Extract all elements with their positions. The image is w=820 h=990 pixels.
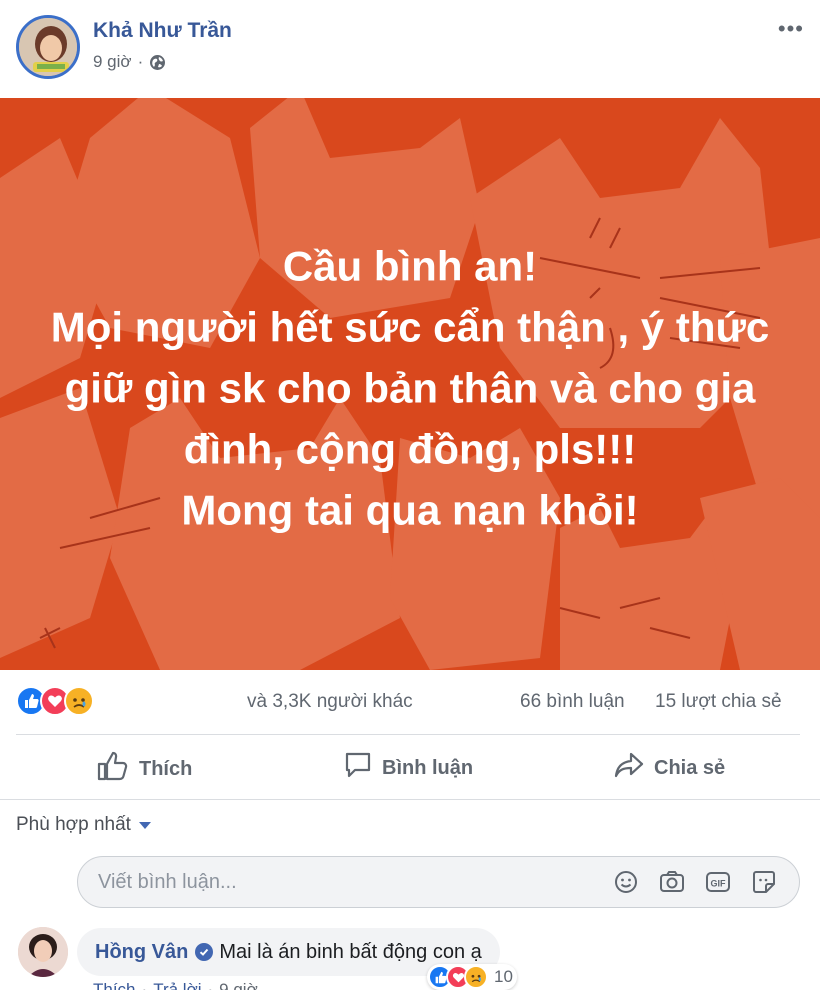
more-options-icon[interactable]: ••• — [778, 16, 804, 42]
comment-sort-dropdown[interactable]: Phù hợp nhất — [16, 814, 151, 836]
comment-reactions[interactable]: 10 — [427, 964, 517, 990]
camera-icon[interactable] — [659, 869, 685, 895]
share-icon — [614, 751, 644, 785]
commenter-name[interactable]: Hồng Vân — [95, 941, 188, 964]
banner-text: Cầu bình an! Mọi người hết sức cẩn thận … — [50, 242, 770, 534]
comment-label: Bình luận — [382, 756, 474, 779]
comment-item: Hồng Vân Mai là án binh bất động con ạ 1… — [0, 926, 820, 990]
globe-icon[interactable] — [149, 54, 166, 71]
comments-count[interactable]: 66 bình luận — [520, 691, 625, 713]
action-bar: Thích Bình luận Chia sẻ — [0, 735, 820, 799]
facebook-post: Khả Như Trần 9 giờ · ••• Cầu bình an! Mọ… — [0, 0, 820, 990]
caret-down-icon — [138, 821, 151, 829]
gif-icon[interactable]: GIF — [705, 869, 731, 895]
emoji-icon[interactable] — [613, 869, 639, 895]
divider — [0, 799, 820, 800]
comment-like-link[interactable]: Thích — [93, 980, 136, 990]
author-avatar[interactable] — [16, 15, 80, 79]
comment-input[interactable] — [98, 867, 578, 897]
like-label: Thích — [139, 757, 193, 780]
commenter-avatar[interactable] — [18, 927, 68, 977]
sticker-icon[interactable] — [751, 869, 777, 895]
sad-icon — [464, 965, 488, 989]
post-meta: 9 giờ · — [93, 52, 166, 72]
comment-composer: GIF — [77, 856, 800, 908]
share-button[interactable]: Chia sẻ — [614, 751, 725, 785]
comment-reaction-count: 10 — [494, 967, 513, 986]
comment-icon — [344, 751, 372, 785]
comment-actions: Thích · Trả lời · 9 giờ — [93, 980, 258, 990]
comment-time[interactable]: 9 giờ — [219, 980, 258, 990]
post-time[interactable]: 9 giờ — [93, 52, 132, 72]
post-stats: và 3,3K người khác 66 bình luận 15 lượt … — [0, 670, 820, 734]
svg-text:GIF: GIF — [711, 879, 727, 889]
verified-badge-icon — [195, 943, 214, 961]
sad-icon — [64, 686, 94, 716]
meta-separator: · — [137, 52, 144, 71]
reaction-icons[interactable] — [16, 686, 94, 716]
comment-text: Mai là án binh bất động con ạ — [219, 940, 482, 963]
shares-count[interactable]: 15 lượt chia sẻ — [655, 691, 782, 713]
share-label: Chia sẻ — [654, 756, 726, 779]
reaction-others[interactable]: và 3,3K người khác — [247, 691, 413, 713]
thumbs-up-icon — [97, 751, 129, 787]
post-banner: Cầu bình an! Mọi người hết sức cẩn thận … — [0, 98, 820, 670]
post-header: Khả Như Trần 9 giờ · ••• — [0, 0, 820, 98]
comment-reply-link[interactable]: Trả lời — [153, 980, 201, 990]
comment-button[interactable]: Bình luận — [344, 751, 473, 785]
like-button[interactable]: Thích — [97, 751, 192, 787]
composer-icons: GIF — [613, 869, 777, 895]
sort-label: Phù hợp nhất — [16, 814, 131, 835]
author-name[interactable]: Khả Như Trần — [93, 19, 232, 43]
